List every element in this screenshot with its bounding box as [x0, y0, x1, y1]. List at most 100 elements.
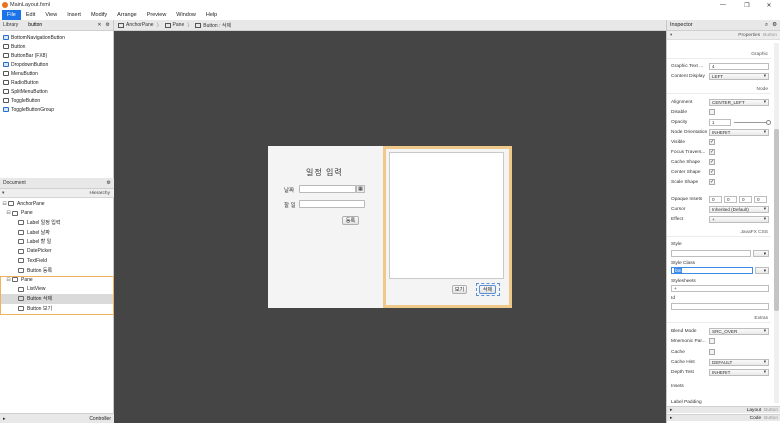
- register-button[interactable]: 등록: [342, 216, 359, 225]
- menu-view[interactable]: View: [40, 10, 62, 20]
- form-title[interactable]: 일정 입력: [306, 167, 343, 178]
- code-section-header[interactable]: ▸ Code Button: [667, 414, 780, 421]
- center-shape-checkbox[interactable]: ✓: [709, 169, 715, 175]
- library-item[interactable]: RadioButton: [0, 78, 113, 87]
- opaque-insets-right[interactable]: 0: [724, 195, 737, 203]
- scale-shape-row: Scale Shape ✓: [671, 179, 715, 185]
- scrollbar-thumb[interactable]: [774, 129, 779, 311]
- component-icon: [3, 107, 9, 112]
- calendar-icon[interactable]: ▦: [356, 185, 365, 193]
- date-picker-input[interactable]: [299, 185, 356, 193]
- layout-section-header[interactable]: ▸ Layout Button: [667, 406, 780, 413]
- cache-checkbox[interactable]: [709, 349, 715, 355]
- style-label: Style: [671, 242, 682, 247]
- opaque-insets-top[interactable]: 0: [709, 195, 722, 203]
- menu-modify[interactable]: Modify: [86, 10, 112, 20]
- controller-bar[interactable]: ▸ Controller: [0, 413, 114, 423]
- javafx-css-section: JavaFX CSS: [667, 228, 771, 237]
- library-item[interactable]: BottomNavigationButton: [0, 33, 113, 42]
- effect-select[interactable]: + ▾: [709, 215, 769, 223]
- library-item[interactable]: ToggleButtonGroup: [0, 105, 113, 114]
- opacity-field[interactable]: 1: [709, 118, 731, 126]
- blend-mode-select[interactable]: SRC_OVER ▾: [709, 327, 769, 335]
- menu-insert[interactable]: Insert: [62, 10, 86, 20]
- library-item[interactable]: ButtonBar (FX8): [0, 51, 113, 60]
- gear-icon[interactable]: ⚙: [107, 180, 111, 186]
- todo-text-field[interactable]: [299, 200, 365, 208]
- gear-icon[interactable]: ⚙: [106, 22, 110, 28]
- inspector-scrollbar[interactable]: [774, 43, 779, 403]
- library-item[interactable]: SplitMenuButton: [0, 87, 113, 96]
- view-button[interactable]: 보기: [452, 285, 467, 294]
- focus-traversable-row: Focus Travers... ✓: [671, 149, 715, 155]
- breadcrumb-item[interactable]: Button : 삭제: [195, 22, 231, 29]
- library-item[interactable]: DropdownButton: [0, 60, 113, 69]
- opaque-insets-left[interactable]: 0: [754, 195, 767, 203]
- tree-item[interactable]: TextField: [0, 256, 114, 266]
- graphic-text-gap-field[interactable]: 4: [709, 62, 769, 70]
- library-item[interactable]: ToggleButton: [0, 96, 113, 105]
- close-button[interactable]: ✕: [757, 0, 780, 10]
- style-menu[interactable]: ▾: [753, 250, 769, 257]
- library-item[interactable]: Button: [0, 42, 113, 51]
- library-search-input[interactable]: [28, 21, 74, 29]
- menu-preview[interactable]: Preview: [142, 10, 172, 20]
- cache-hint-select[interactable]: DEFAULT ▾: [709, 358, 769, 366]
- stylesheets-label: Stylesheets: [671, 279, 696, 284]
- list-view[interactable]: [389, 152, 504, 279]
- component-icon: [3, 62, 9, 67]
- document-title: Document: [3, 180, 26, 186]
- menu-file[interactable]: File: [2, 10, 21, 20]
- properties-section-header[interactable]: ▾ Properties Button: [667, 31, 780, 40]
- mnemonic-parsing-checkbox[interactable]: [709, 338, 715, 344]
- menu-edit[interactable]: Edit: [21, 10, 40, 20]
- opacity-row: Opacity 1: [671, 118, 771, 126]
- tree-item[interactable]: Label 날짜: [0, 228, 114, 238]
- stylesheets-field[interactable]: +: [671, 285, 769, 292]
- breadcrumb-item[interactable]: Pane 〉: [164, 22, 192, 29]
- search-icon[interactable]: ⌕: [765, 22, 768, 29]
- menu-arrange[interactable]: Arrange: [112, 10, 142, 20]
- depth-test-select[interactable]: INHERIT ▾: [709, 368, 769, 376]
- style-class-menu[interactable]: ▾: [755, 267, 769, 274]
- tree-item[interactable]: ⊟ Pane: [0, 209, 114, 219]
- collapse-icon[interactable]: ⊟: [2, 201, 7, 207]
- tree-item[interactable]: Label 일정 입력: [0, 218, 114, 228]
- menu-window[interactable]: Window: [171, 10, 201, 20]
- tree-item[interactable]: Label 할 일: [0, 237, 114, 247]
- tree-item[interactable]: ⊟ AnchorPane: [0, 199, 114, 209]
- scale-shape-checkbox[interactable]: ✓: [709, 179, 715, 185]
- tree-item[interactable]: Button 등록: [0, 266, 114, 276]
- alignment-select[interactable]: CENTER_LEFT ▾: [709, 98, 769, 106]
- design-canvas[interactable]: 일정 입력 날짜 ▦ 할 일 등록 보기 삭제: [268, 146, 512, 308]
- breadcrumb-item[interactable]: AnchorPane 〉: [118, 22, 162, 29]
- style-class-field[interactable]: btn: [671, 267, 753, 274]
- content-display-select[interactable]: LEFT ▾: [709, 72, 769, 80]
- todo-label[interactable]: 할 일: [284, 201, 296, 209]
- menu-help[interactable]: Help: [201, 10, 222, 20]
- cache-shape-checkbox[interactable]: ✓: [709, 159, 715, 165]
- node-orientation-select[interactable]: INHERIT ▾: [709, 128, 769, 136]
- selection-handles[interactable]: [476, 283, 500, 296]
- style-field[interactable]: [671, 250, 751, 257]
- hierarchy-label[interactable]: ▾ Hierarchy: [0, 189, 114, 198]
- cache-row: Cache: [671, 348, 771, 356]
- opacity-slider[interactable]: [734, 121, 766, 123]
- node-icon: [18, 239, 24, 245]
- minimize-button[interactable]: —: [711, 0, 735, 10]
- gear-icon[interactable]: ⚙: [772, 22, 777, 28]
- cursor-select[interactable]: Inherited (Default) ▾: [709, 205, 769, 213]
- library-item[interactable]: MenuButton: [0, 69, 113, 78]
- focus-traversable-checkbox[interactable]: ✓: [709, 149, 715, 155]
- opaque-insets-bottom[interactable]: 0: [739, 195, 752, 203]
- id-field[interactable]: [671, 303, 769, 310]
- tree-item[interactable]: DatePicker: [0, 247, 114, 257]
- visible-checkbox[interactable]: ✓: [709, 139, 715, 145]
- clear-search-icon[interactable]: ✕: [97, 22, 101, 28]
- opacity-slider-thumb[interactable]: [766, 119, 771, 125]
- node-icon: [164, 22, 171, 28]
- collapse-icon[interactable]: ⊟: [6, 210, 11, 216]
- disable-checkbox[interactable]: [709, 109, 715, 115]
- maximize-button[interactable]: ❐: [735, 0, 759, 10]
- date-label[interactable]: 날짜: [284, 186, 294, 194]
